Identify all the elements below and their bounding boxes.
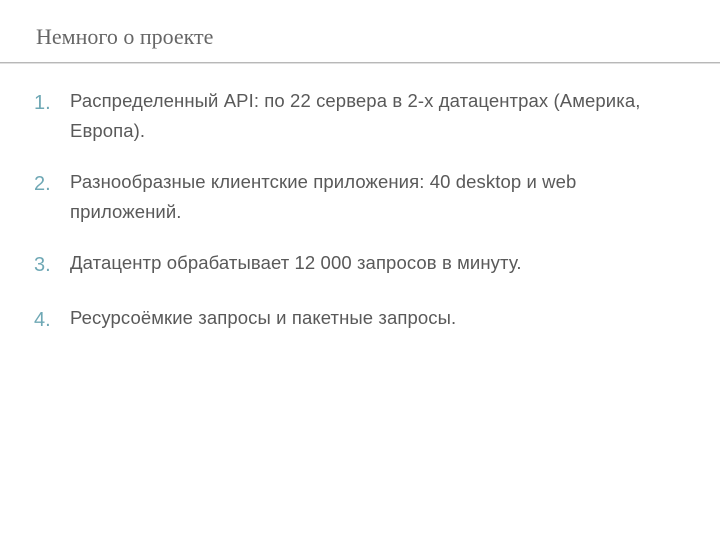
slide-title: Немного о проекте	[36, 24, 692, 62]
list-number: 4.	[34, 303, 70, 336]
list-number: 1.	[34, 86, 70, 119]
list-text: Датацентр обрабатывает 12 000 запросов в…	[70, 248, 522, 278]
list-text: Ресурсоёмкие запросы и пакетные запросы.	[70, 303, 456, 333]
title-divider	[0, 62, 720, 64]
list-item: 3. Датацентр обрабатывает 12 000 запросо…	[34, 248, 692, 281]
list-item: 2. Разнообразные клиентские приложения: …	[34, 167, 692, 226]
list-number: 2.	[34, 167, 70, 200]
list-item: 4. Ресурсоёмкие запросы и пакетные запро…	[34, 303, 692, 336]
list-number: 3.	[34, 248, 70, 281]
list-text: Разнообразные клиентские приложения: 40 …	[70, 167, 692, 226]
numbered-list: 1. Распределенный API: по 22 сервера в 2…	[28, 86, 692, 336]
slide: Немного о проекте 1. Распределенный API:…	[0, 0, 720, 540]
list-text: Распределенный API: по 22 сервера в 2-х …	[70, 86, 692, 145]
list-item: 1. Распределенный API: по 22 сервера в 2…	[34, 86, 692, 145]
